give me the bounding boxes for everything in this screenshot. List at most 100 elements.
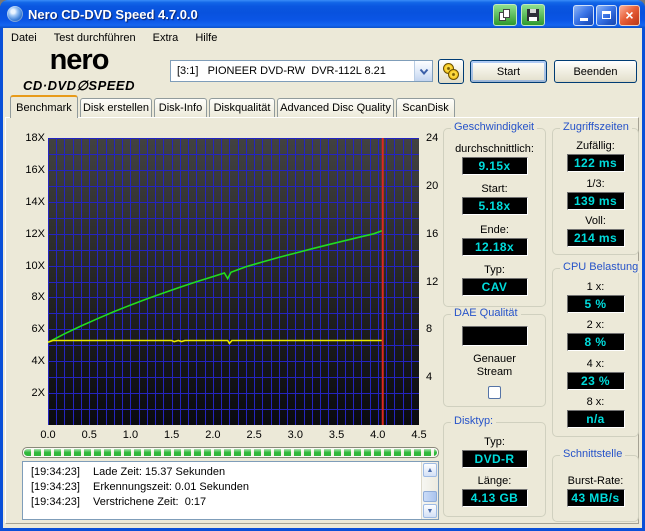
lcd-end-speed: 12.18x [461,237,528,256]
tab-advanced-disc-quality[interactable]: Advanced Disc Quality [277,98,394,117]
checkbox-label-line2: Stream [476,366,513,378]
field-label: Burst-Rate: [567,474,624,487]
panel-cpu-belastung: CPU Belastung 1 x: 5 % 2 x: 8 % 4 x: 23 … [552,261,641,437]
tab-benchmark[interactable]: Benchmark [10,95,78,118]
axis-tick: 16 [426,227,439,240]
log-text: Erkennungszeit: 0.01 Sekunden [93,481,249,493]
axis-tick: 8X [31,291,45,304]
log-time: [19:34:23] [31,496,80,508]
copy-results-button[interactable] [493,4,517,26]
lcd-cpu-4x: 23 % [566,371,625,390]
quit-button[interactable]: Beenden [554,60,637,83]
axis-tick: 3.5 [328,429,345,441]
field-start: Start: 5.18x [461,183,528,216]
axis-tick: 1.0 [122,429,139,441]
lcd-random-access: 122 ms [566,154,625,173]
menu-extra[interactable]: Extra [153,32,179,44]
x-axis: 0.0 0.5 1.0 1.5 2.0 2.5 3.0 3.5 4.0 4.5 [40,429,426,442]
field-label: 1 x: [586,281,605,294]
nero-logo-wordmark: nero [49,44,110,76]
combo-arrow-icon[interactable] [414,61,432,81]
panel-dae-qualitaet: DAE Qualität Genauer Stream [443,307,546,407]
field-label: 8 x: [586,395,605,408]
tab-scandisk[interactable]: ScanDisk [396,98,455,117]
lcd-cpu-1x: 5 % [566,295,625,314]
panel-title: DAE Qualität [451,307,521,319]
field-cpu-1x: 1 x: 5 % [566,281,625,314]
field-laenge: Länge: 4.13 GB [461,475,528,507]
menu-hilfe[interactable]: Hilfe [195,32,217,44]
menu-datei[interactable]: Datei [11,32,37,44]
scroll-thumb[interactable] [423,491,437,502]
test-progress-bar [22,447,439,458]
lcd-full-access: 214 ms [566,228,625,247]
field-label: Voll: [585,214,606,227]
axis-tick: 6X [31,323,45,336]
scroll-up-icon[interactable]: ▲ [423,463,437,477]
drive-select-value: [3:1] PIONEER DVD-RW DVR-112L 8.21 [177,65,386,77]
nero-logo-subtitle: CD·DVD∅SPEED [23,78,135,93]
axis-tick: 14X [25,195,45,208]
tab-diskqualitaet[interactable]: Diskqualität [209,98,275,117]
panel-zugriffszeiten: Zugriffszeiten Zufällig: 122 ms 1/3: 139… [552,121,639,255]
chart-plot-area [47,138,420,426]
checkbox-label: Genauer Stream [473,353,516,379]
lcd-speed-type: CAV [461,277,528,296]
close-icon: × [625,7,634,23]
genauer-stream-checkbox[interactable] [488,386,501,399]
axis-tick: 12X [25,227,45,240]
lcd-start-speed: 5.18x [461,197,528,216]
axis-tick: 4 [426,371,433,384]
field-label: 2 x: [586,319,605,332]
axis-tick: 0.5 [81,429,97,441]
maximize-button[interactable] [596,4,617,26]
menu-test-durchfuehren[interactable]: Test durchführen [54,32,136,44]
minimize-button[interactable] [573,4,594,26]
start-button[interactable]: Start [470,60,547,83]
checkbox-label-line1: Genauer [473,353,516,365]
drive-select[interactable]: [3:1] PIONEER DVD-RW DVR-112L 8.21 [170,60,433,82]
axis-tick: 0.0 [40,429,56,441]
field-burst-rate: Burst-Rate: 43 MB/s [566,474,625,507]
axis-tick: 4X [31,355,45,368]
axis-tick: 16X [25,163,45,176]
close-button[interactable]: × [619,4,640,26]
lcd-one-third-access: 139 ms [566,191,625,210]
panel-schnittstelle: Schnittstelle Burst-Rate: 43 MB/s [552,448,639,522]
axis-tick: 4.5 [411,429,427,441]
log-box[interactable]: [19:34:23] Lade Zeit: 15.37 Sekunden [19… [22,461,439,520]
progress-fill [24,449,437,456]
field-cpu-4x: 4 x: 23 % [566,358,625,390]
tab-disk-info[interactable]: Disk-Info [154,98,207,117]
field-label: Länge: [477,475,512,487]
panel-title: CPU Belastung [560,261,641,273]
field-label: Zufällig: [576,140,615,153]
drive-speed-options-button[interactable] [438,59,464,84]
log-line: [19:34:23] Verstrichene Zeit: 0:17 [31,495,436,510]
scroll-down-icon[interactable]: ▼ [423,504,437,518]
panel-title: Schnittstelle [560,448,626,460]
window-title: Nero CD-DVD Speed 4.7.0.0 [28,6,198,22]
axis-tick: 18X [25,132,45,144]
log-scrollbar[interactable]: ▲ ▼ [421,462,438,519]
save-results-button[interactable] [521,4,545,26]
tab-disk-erstellen[interactable]: Disk erstellen [80,98,152,117]
app-body: Datei Test durchführen Extra Hilfe nero … [3,28,642,528]
field-disc-typ: Typ: DVD-R [461,436,528,468]
axis-tick: 4.0 [370,429,386,441]
axis-tick: 3.0 [287,429,303,441]
log-text: Verstrichene Zeit: 0:17 [93,496,207,508]
log-line: [19:34:23] Lade Zeit: 15.37 Sekunden [31,465,436,480]
axis-tick: 2.5 [246,429,262,441]
app-window: Nero CD-DVD Speed 4.7.0.0 × Datei Test d… [0,0,645,531]
lcd-cpu-8x: n/a [566,409,625,428]
field-cpu-2x: 2 x: 8 % [566,319,625,352]
panel-geschwindigkeit: Geschwindigkeit durchschnittlich: 9.15x … [443,121,546,307]
field-one-third: 1/3: 139 ms [566,178,625,210]
series-transfer-rate [47,230,383,344]
axis-tick: 24 [426,132,439,144]
lcd-cpu-2x: 8 % [566,333,625,352]
minimize-icon [579,18,588,21]
titlebar[interactable]: Nero CD-DVD Speed 4.7.0.0 × [0,0,645,28]
axis-tick: 20 [426,179,439,192]
